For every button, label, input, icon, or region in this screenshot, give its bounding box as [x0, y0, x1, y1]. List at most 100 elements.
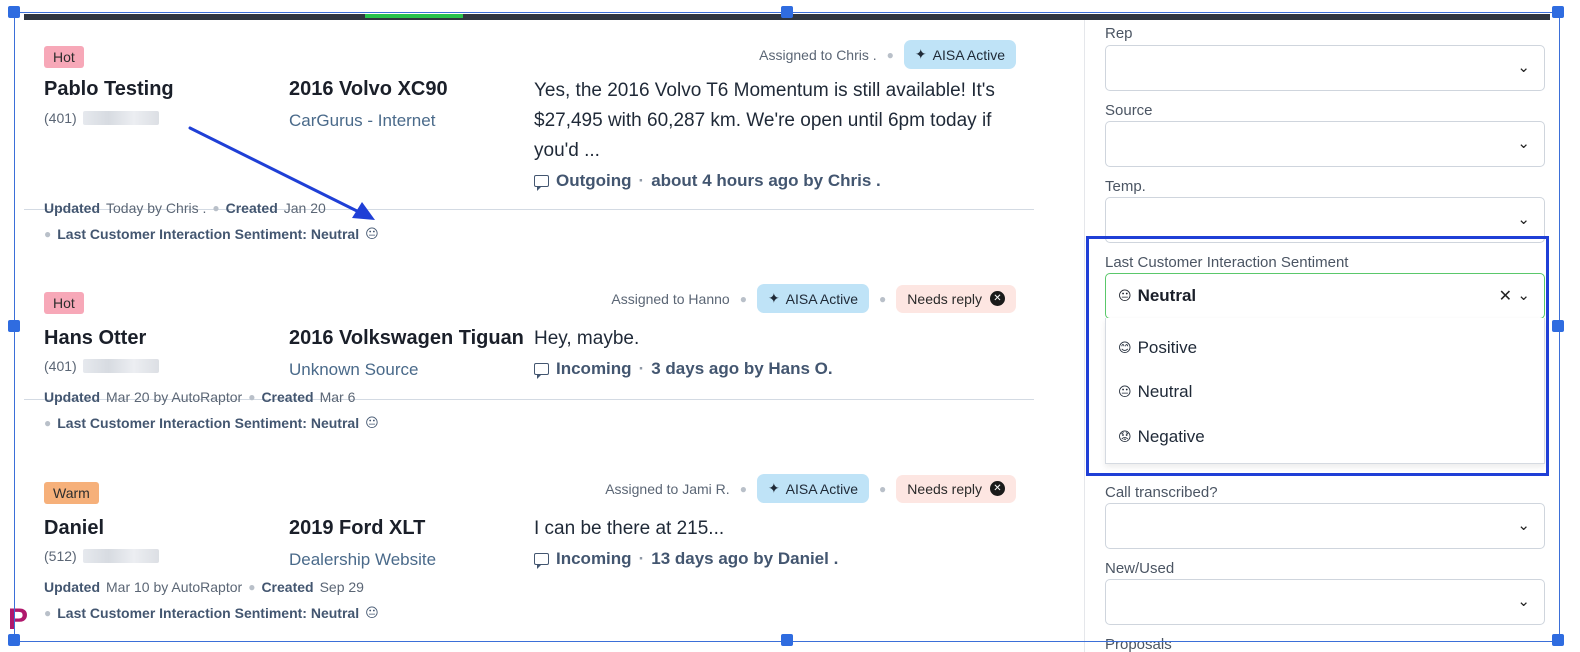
sentiment-selected-value: 😐 Neutral	[1118, 286, 1196, 306]
updated-value: Mar 20 by AutoRaptor	[106, 389, 243, 405]
direction-label: Incoming	[556, 549, 632, 568]
close-circle-icon[interactable]: ✕	[990, 291, 1005, 306]
option-negative[interactable]: 😟 Negative	[1118, 427, 1205, 447]
message-direction: Outgoing · about 4 hours ago by Chris .	[534, 171, 881, 191]
proposals-label-cut: Proposals	[1105, 636, 1172, 652]
temp-label: Temp.	[1105, 178, 1146, 195]
needs-reply-label: Needs reply	[907, 480, 982, 497]
phone-redacted	[82, 359, 159, 373]
neutral-face-icon: 😐	[1118, 384, 1132, 399]
option-neutral[interactable]: 😐 Neutral	[1118, 382, 1192, 402]
lead-vehicle: 2016 Volvo XC90	[289, 78, 448, 100]
option-positive[interactable]: 😊 Positive	[1118, 338, 1197, 358]
updated-label: Updated	[44, 389, 100, 405]
top-progress-accent	[365, 14, 463, 18]
neutral-face-icon: 😐	[365, 605, 379, 620]
resize-handle[interactable]	[1552, 634, 1564, 646]
message-direction: Incoming · 3 days ago by Hans O.	[534, 359, 833, 379]
resize-handle[interactable]	[1552, 6, 1564, 18]
resize-handle[interactable]	[8, 6, 20, 18]
needs-reply-label: Needs reply	[907, 290, 982, 307]
lead-name[interactable]: Pablo Testing	[44, 78, 174, 101]
option-label: Negative	[1137, 427, 1205, 446]
needs-reply-badge[interactable]: Needs reply ✕	[896, 474, 1016, 503]
assigned-to: Assigned to Chris .	[759, 46, 877, 63]
aisa-label: AISA Active	[932, 46, 1005, 63]
chat-icon	[534, 175, 549, 191]
updated-label: Updated	[44, 579, 100, 595]
brand-logo: P	[8, 603, 29, 636]
needs-reply-badge[interactable]: Needs reply ✕	[896, 284, 1016, 313]
aisa-label: AISA Active	[785, 290, 859, 307]
direction-label: Outgoing	[556, 171, 632, 190]
sparkle-icon: ✦	[767, 290, 780, 306]
panel-divider	[1084, 20, 1085, 652]
phone-redacted	[82, 549, 159, 563]
lead-status-row: Assigned to Hanno ● ✦ AISA Active ● Need…	[611, 284, 1016, 313]
neutral-face-icon: 😐	[365, 415, 379, 430]
sparkle-icon: ✦	[767, 480, 780, 496]
annotation-arrow-icon	[188, 126, 375, 220]
clear-icon[interactable]: ✕	[1499, 286, 1512, 306]
aisa-active-badge[interactable]: ✦ AISA Active	[903, 40, 1016, 69]
created-label: Created	[261, 389, 314, 405]
chevron-down-icon: ⌄	[1517, 211, 1530, 228]
sentiment-dropdown: 😊 Positive 😐 Neutral 😟 Negative	[1105, 318, 1545, 464]
separator-dot: ·	[638, 359, 645, 378]
aisa-label: AISA Active	[785, 480, 859, 497]
source-select[interactable]: ⌄	[1105, 121, 1545, 167]
last-message: I can be there at 215...	[534, 518, 725, 539]
chevron-down-icon: ⌄	[1517, 135, 1530, 152]
aisa-active-badge[interactable]: ✦ AISA Active	[756, 284, 870, 313]
lead-status-row: Assigned to Chris . ● ✦ AISA Active	[759, 40, 1016, 69]
option-label: Neutral	[1137, 382, 1193, 401]
lead-meta: Updated Mar 20 by AutoRaptor ● Created M…	[44, 389, 355, 405]
lead-name[interactable]: Daniel	[44, 517, 104, 540]
temp-select[interactable]: ⌄	[1105, 197, 1545, 243]
lead-card[interactable]: Hot Assigned to Chris . ● ✦ AISA Active …	[24, 20, 1034, 242]
phone-redacted	[82, 111, 159, 125]
message-time: 3 days ago by Hans O.	[651, 359, 833, 378]
resize-handle[interactable]	[8, 634, 20, 646]
smiling-face-icon: 😊	[1118, 340, 1132, 355]
aisa-active-badge[interactable]: ✦ AISA Active	[756, 474, 870, 503]
temp-badge: Hot	[44, 292, 84, 314]
separator-dot: ●	[739, 291, 747, 306]
separator-dot: ●	[879, 481, 887, 496]
assigned-to: Assigned to Jami R.	[605, 480, 730, 497]
chat-icon	[534, 553, 549, 569]
new-used-label: New/Used	[1105, 560, 1175, 577]
resize-handle[interactable]	[8, 320, 20, 332]
sentiment-select[interactable]: 😐 Neutral ✕ ⌄	[1105, 273, 1545, 319]
separator-dot: ●	[886, 47, 894, 62]
phone-prefix: (401)	[44, 110, 77, 126]
lead-source: Dealership Website	[289, 550, 437, 569]
lead-phone: (401)	[44, 110, 159, 126]
sentiment-text: Last Customer Interaction Sentiment: Neu…	[57, 415, 360, 431]
rep-select[interactable]: ⌄	[1105, 45, 1545, 91]
lead-card[interactable]: Hot Assigned to Hanno ● ✦ AISA Active ● …	[24, 210, 1034, 400]
sentiment-line: ● Last Customer Interaction Sentiment: N…	[44, 605, 379, 621]
close-circle-icon[interactable]: ✕	[990, 481, 1005, 496]
sentiment-line: ● Last Customer Interaction Sentiment: N…	[44, 415, 379, 431]
resize-handle[interactable]	[1552, 320, 1564, 332]
temp-badge: Warm	[44, 482, 99, 504]
new-used-select[interactable]: ⌄	[1105, 579, 1545, 625]
chevron-down-icon: ⌄	[1517, 517, 1530, 534]
call-transcribed-select[interactable]: ⌄	[1105, 503, 1545, 549]
resize-handle[interactable]	[781, 634, 793, 646]
separator-dot: ●	[879, 291, 887, 306]
lead-meta: Updated Mar 10 by AutoRaptor ● Created S…	[44, 579, 364, 595]
resize-handle[interactable]	[781, 6, 793, 18]
assigned-to: Assigned to Hanno	[611, 290, 730, 307]
sentiment-text: Last Customer Interaction Sentiment: Neu…	[57, 605, 360, 621]
chevron-down-icon[interactable]: ⌄	[1517, 286, 1530, 304]
lead-list: Hot Assigned to Chris . ● ✦ AISA Active …	[24, 20, 1034, 590]
call-transcribed-label: Call transcribed?	[1105, 484, 1218, 501]
last-message: Yes, the 2016 Volvo T6 Momentum is still…	[534, 80, 995, 161]
separator-dot: ·	[638, 171, 645, 190]
selected-label: Neutral	[1137, 286, 1197, 305]
lead-name[interactable]: Hans Otter	[44, 327, 146, 350]
created-value: Mar 6	[319, 389, 356, 405]
created-label: Created	[261, 579, 314, 595]
